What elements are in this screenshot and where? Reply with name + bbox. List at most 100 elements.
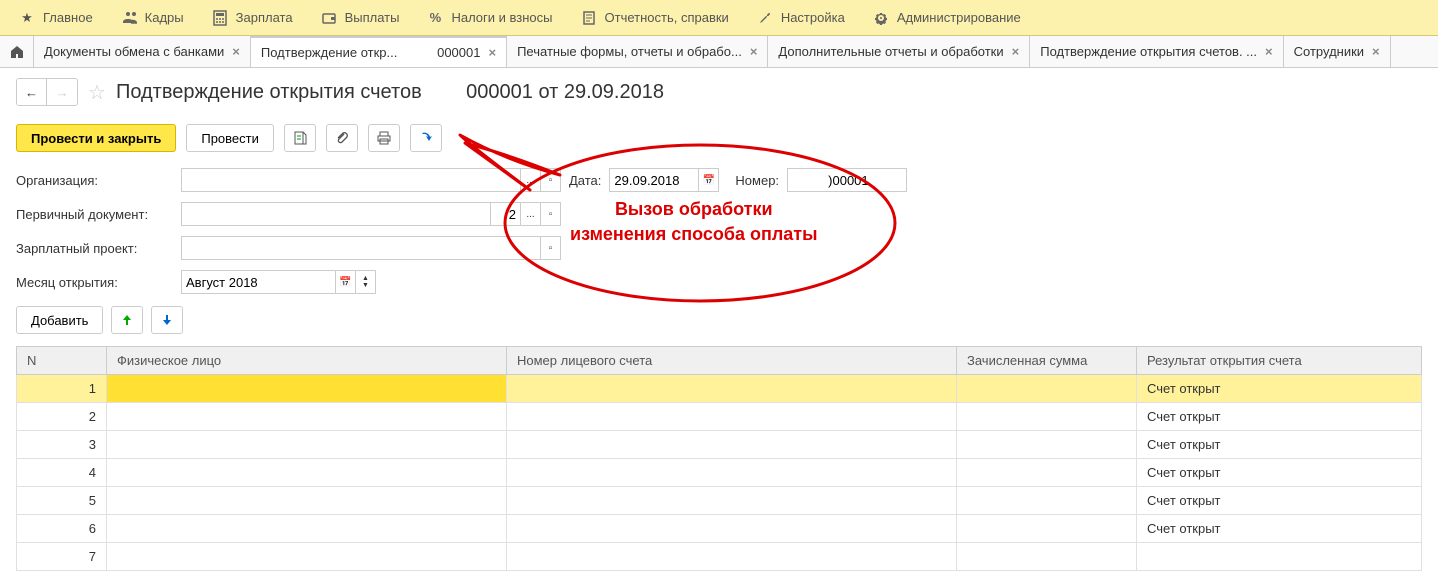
cell-sum[interactable]: [957, 543, 1137, 571]
table-row[interactable]: 1 Счет открыт: [17, 375, 1422, 403]
close-icon[interactable]: ×: [232, 44, 240, 59]
move-down-button[interactable]: [151, 306, 183, 334]
tab-0[interactable]: Документы обмена с банками ×: [34, 36, 251, 67]
cell-result[interactable]: Счет открыт: [1137, 515, 1422, 543]
accounts-table: N Физическое лицо Номер лицевого счета З…: [16, 346, 1422, 571]
close-icon[interactable]: ×: [1372, 44, 1380, 59]
table-row[interactable]: 2 Счет открыт: [17, 403, 1422, 431]
number-input[interactable]: [787, 168, 907, 192]
back-button[interactable]: ←: [17, 79, 47, 105]
tab-5[interactable]: Сотрудники ×: [1284, 36, 1391, 67]
table-row[interactable]: 6 Счет открыт: [17, 515, 1422, 543]
salary-project-input[interactable]: [181, 236, 541, 260]
menu-otchetnost[interactable]: Отчетность, справки: [567, 0, 743, 35]
cell-nomer[interactable]: [507, 375, 957, 403]
col-n[interactable]: N: [17, 347, 107, 375]
table-row[interactable]: 3 Счет открыт: [17, 431, 1422, 459]
cell-fiz[interactable]: [107, 487, 507, 515]
close-icon[interactable]: ×: [1012, 44, 1020, 59]
tab-3[interactable]: Дополнительные отчеты и обработки ×: [768, 36, 1030, 67]
cell-n[interactable]: 6: [17, 515, 107, 543]
cell-result[interactable]: Счет открыт: [1137, 459, 1422, 487]
cell-nomer[interactable]: [507, 487, 957, 515]
cell-fiz[interactable]: [107, 515, 507, 543]
cell-fiz[interactable]: [107, 431, 507, 459]
ellipsis-button[interactable]: ...: [521, 202, 541, 226]
cell-result[interactable]: [1137, 543, 1422, 571]
add-button[interactable]: Добавить: [16, 306, 103, 334]
table-row[interactable]: 4 Счет открыт: [17, 459, 1422, 487]
cell-fiz[interactable]: [107, 403, 507, 431]
open-button[interactable]: ▫: [541, 202, 561, 226]
cell-sum[interactable]: [957, 515, 1137, 543]
cell-n[interactable]: 2: [17, 403, 107, 431]
table-row[interactable]: 5 Счет открыт: [17, 487, 1422, 515]
print-button[interactable]: [368, 124, 400, 152]
number-label: Номер:: [735, 173, 779, 188]
cell-result[interactable]: Счет открыт: [1137, 403, 1422, 431]
cell-fiz[interactable]: [107, 543, 507, 571]
cell-sum[interactable]: [957, 403, 1137, 431]
spinner-button[interactable]: ▲▼: [356, 270, 376, 294]
cell-sum[interactable]: [957, 487, 1137, 515]
org-input[interactable]: [181, 168, 521, 192]
cell-sum[interactable]: [957, 431, 1137, 459]
calendar-button[interactable]: 📅: [336, 270, 356, 294]
col-nomer[interactable]: Номер лицевого счета: [507, 347, 957, 375]
date-input[interactable]: [609, 168, 699, 192]
col-fiz[interactable]: Физическое лицо: [107, 347, 507, 375]
post-and-close-button[interactable]: Провести и закрыть: [16, 124, 176, 152]
tab-4[interactable]: Подтверждение открытия счетов. ... ×: [1030, 36, 1283, 67]
process-button[interactable]: [410, 124, 442, 152]
cell-n[interactable]: 5: [17, 487, 107, 515]
tab-1[interactable]: Подтверждение откр... 000001 ×: [251, 36, 507, 67]
home-icon: [9, 44, 25, 60]
home-tab[interactable]: [0, 36, 34, 67]
cell-result[interactable]: Счет открыт: [1137, 431, 1422, 459]
close-icon[interactable]: ×: [488, 45, 496, 60]
open-button[interactable]: ▫: [541, 168, 561, 192]
calendar-button[interactable]: 📅: [699, 168, 719, 192]
doc-icon: [581, 10, 597, 26]
forward-button[interactable]: →: [47, 79, 77, 105]
cell-result[interactable]: Счет открыт: [1137, 375, 1422, 403]
cell-result[interactable]: Счет открыт: [1137, 487, 1422, 515]
col-sum[interactable]: Зачисленная сумма: [957, 347, 1137, 375]
menu-vyplaty[interactable]: Выплаты: [307, 0, 414, 35]
cell-nomer[interactable]: [507, 431, 957, 459]
table-row[interactable]: 7: [17, 543, 1422, 571]
action-bar: Провести и закрыть Провести: [16, 124, 1422, 152]
cell-n[interactable]: 7: [17, 543, 107, 571]
menu-main[interactable]: ★ Главное: [5, 0, 107, 35]
cell-n[interactable]: 3: [17, 431, 107, 459]
ellipsis-button[interactable]: ...: [521, 168, 541, 192]
menu-kadry[interactable]: Кадры: [107, 0, 198, 35]
close-icon[interactable]: ×: [1265, 44, 1273, 59]
cell-sum[interactable]: [957, 375, 1137, 403]
tab-2[interactable]: Печатные формы, отчеты и обрабо... ×: [507, 36, 768, 67]
favorite-icon[interactable]: ☆: [88, 80, 106, 105]
primary-doc-code[interactable]: [491, 202, 521, 226]
move-up-button[interactable]: [111, 306, 143, 334]
post-button[interactable]: Провести: [186, 124, 274, 152]
close-icon[interactable]: ×: [750, 44, 758, 59]
cell-n[interactable]: 4: [17, 459, 107, 487]
menu-admin[interactable]: Администрирование: [859, 0, 1035, 35]
cell-n[interactable]: 1: [17, 375, 107, 403]
cell-sum[interactable]: [957, 459, 1137, 487]
report-button[interactable]: [284, 124, 316, 152]
col-result[interactable]: Результат открытия счета: [1137, 347, 1422, 375]
cell-nomer[interactable]: [507, 515, 957, 543]
open-month-input[interactable]: [181, 270, 336, 294]
cell-nomer[interactable]: [507, 403, 957, 431]
menu-zarplata[interactable]: Зарплата: [198, 0, 307, 35]
open-button[interactable]: ▫: [541, 236, 561, 260]
menu-nastroika[interactable]: Настройка: [743, 0, 859, 35]
cell-fiz[interactable]: [107, 459, 507, 487]
primary-doc-input[interactable]: [181, 202, 491, 226]
cell-nomer[interactable]: [507, 459, 957, 487]
cell-fiz[interactable]: [107, 375, 507, 403]
menu-nalogi[interactable]: % Налоги и взносы: [413, 0, 566, 35]
attach-button[interactable]: [326, 124, 358, 152]
cell-nomer[interactable]: [507, 543, 957, 571]
